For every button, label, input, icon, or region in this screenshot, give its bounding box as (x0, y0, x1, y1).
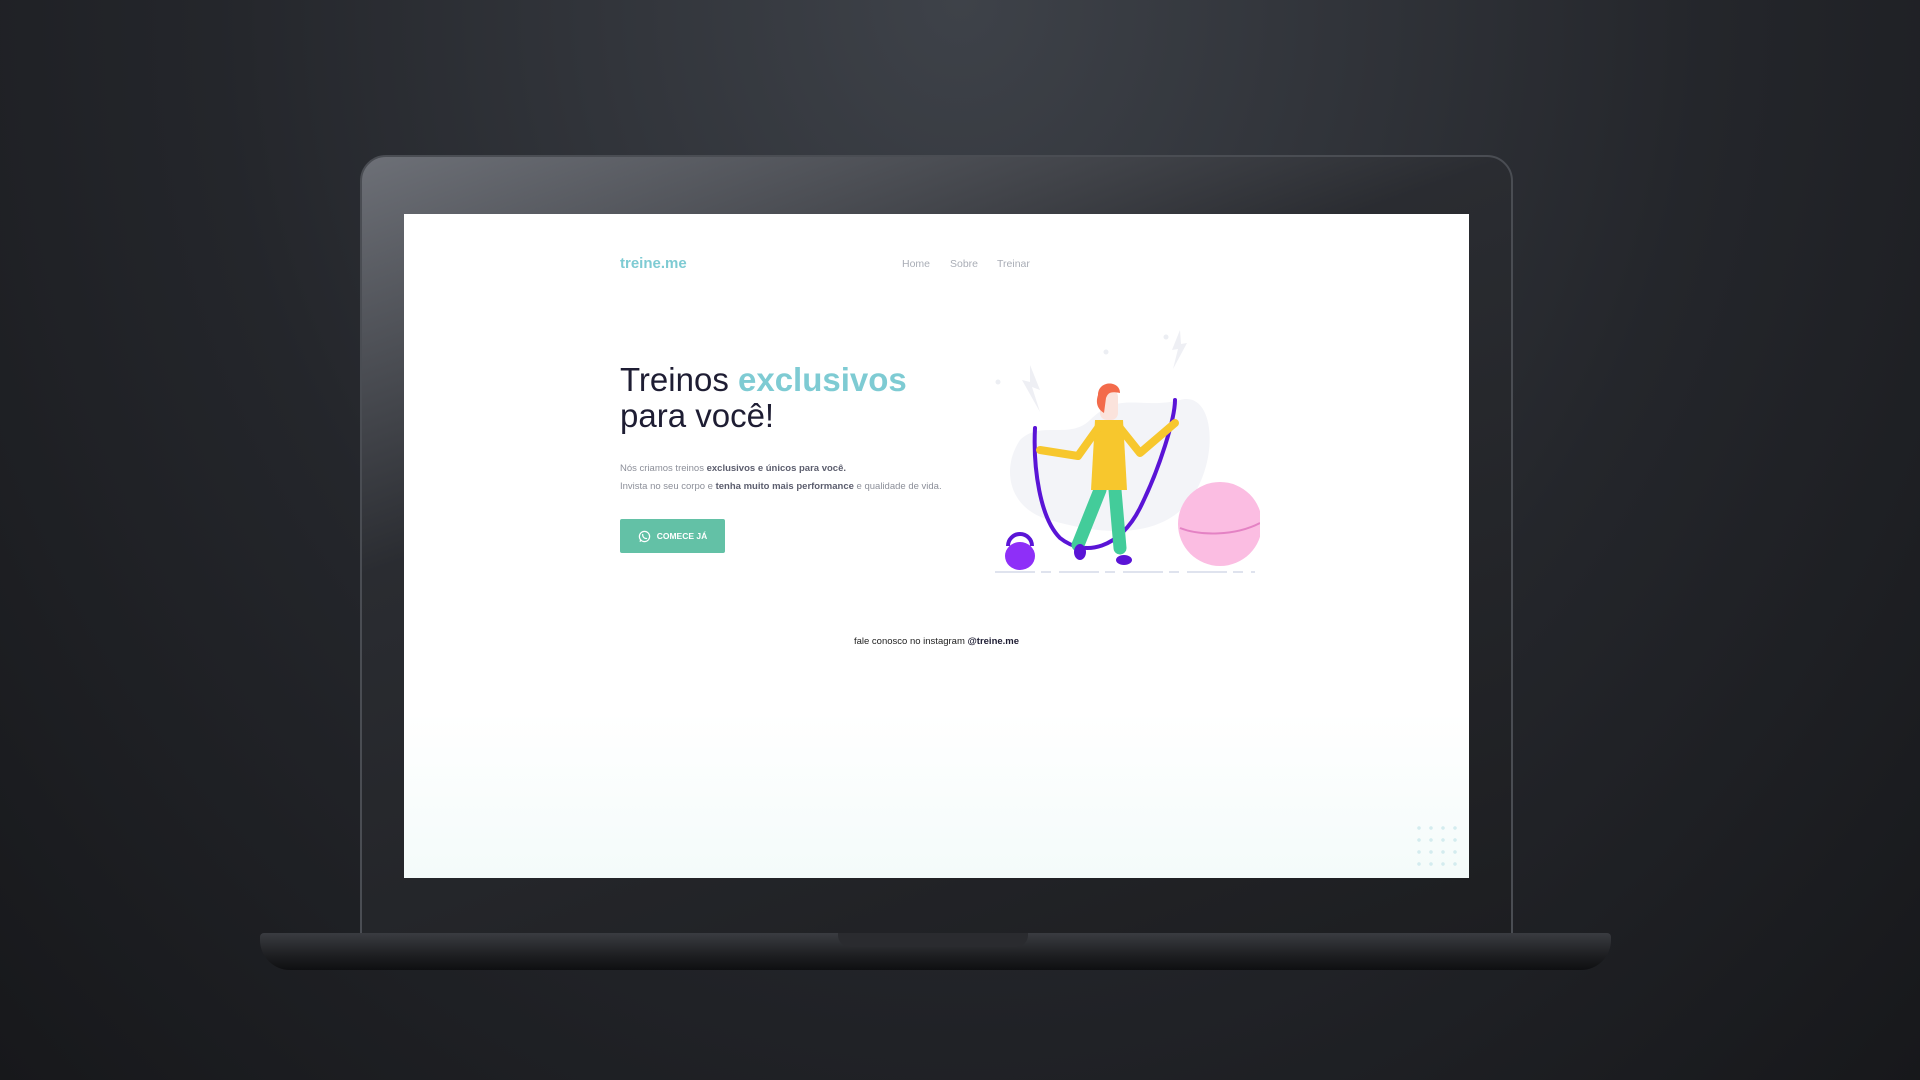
comece-ja-button[interactable]: COMECE JÁ (620, 519, 725, 553)
hero-paragraph-2: Invista no seu corpo e tenha muito mais … (620, 481, 942, 492)
jump-rope-illustration (995, 330, 1260, 573)
title-highlight: exclusivos (737, 361, 907, 398)
hero-paragraph-1: Nós criamos treinos exclusivos e únicos … (620, 463, 846, 474)
site-logo[interactable]: treine.me (620, 255, 687, 272)
whatsapp-icon (638, 530, 650, 542)
text: fale conosco no instagram (853, 636, 968, 647)
exercise-ball (1178, 482, 1260, 566)
text-bold: tenha muito mais performance (715, 481, 854, 492)
text: e qualidade de vida. (853, 481, 942, 492)
lightning-icon (1172, 330, 1187, 369)
hero-title: Treinos exclusivos para você! (620, 362, 907, 434)
nav-home[interactable]: Home (902, 258, 930, 270)
text-bold: exclusivos e únicos para você. (706, 463, 846, 474)
lightning-icon (1022, 365, 1040, 412)
footer-contact: fale conosco no instagram @treine.me (404, 636, 1469, 647)
nav-treinar[interactable]: Treinar (997, 258, 1030, 270)
title-part: Treinos (620, 361, 738, 398)
text: Invista no seu corpo e (620, 481, 716, 492)
instagram-link[interactable]: @treine.me (968, 636, 1020, 647)
decorative-dots (1413, 822, 1463, 872)
button-label: COMECE JÁ (656, 531, 708, 541)
title-part: para você! (620, 397, 775, 434)
laptop-notch (838, 933, 1028, 947)
text: Nós criamos treinos (620, 463, 707, 474)
nav-sobre[interactable]: Sobre (950, 258, 978, 270)
laptop-screen: treine.me Home Sobre Treinar Treinos exc… (404, 214, 1469, 878)
